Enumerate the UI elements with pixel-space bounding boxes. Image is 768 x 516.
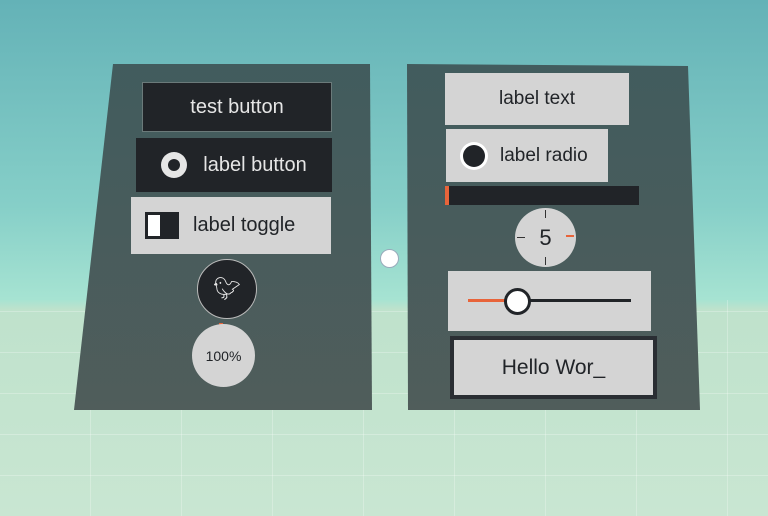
- progress-bar-fill: [445, 186, 449, 205]
- github-icon: [161, 152, 188, 178]
- dial[interactable]: 5: [515, 208, 576, 267]
- twitter-icon: 🐦︎: [213, 276, 241, 301]
- test-button-label: test button: [190, 95, 284, 118]
- label-radio[interactable]: label radio: [446, 129, 608, 182]
- toggle-switch[interactable]: [145, 212, 179, 239]
- gaze-cursor: [380, 249, 399, 268]
- label-text-value: label text: [498, 88, 576, 109]
- twitter-button[interactable]: 🐦︎: [197, 259, 257, 319]
- text-input[interactable]: Hello Wor_: [450, 336, 657, 399]
- test-button[interactable]: test button: [142, 82, 332, 132]
- label-button[interactable]: label button: [136, 138, 332, 192]
- dial-indicator: [566, 235, 574, 237]
- slider-thumb[interactable]: [503, 288, 531, 315]
- label-toggle[interactable]: label toggle: [131, 197, 331, 254]
- label-toggle-label: label toggle: [193, 214, 296, 236]
- text-input-value: Hello Wor_: [501, 355, 606, 379]
- progress-label: 100%: [205, 347, 242, 364]
- progress-ring: 100%: [192, 324, 255, 387]
- label-button-label: label button: [203, 153, 307, 176]
- slider[interactable]: [448, 271, 651, 331]
- label-radio-label: label radio: [500, 144, 588, 166]
- label-text: label text: [445, 73, 629, 125]
- radio-icon[interactable]: [460, 141, 488, 170]
- dial-value: 5: [539, 224, 552, 250]
- progress-bar: [445, 186, 639, 205]
